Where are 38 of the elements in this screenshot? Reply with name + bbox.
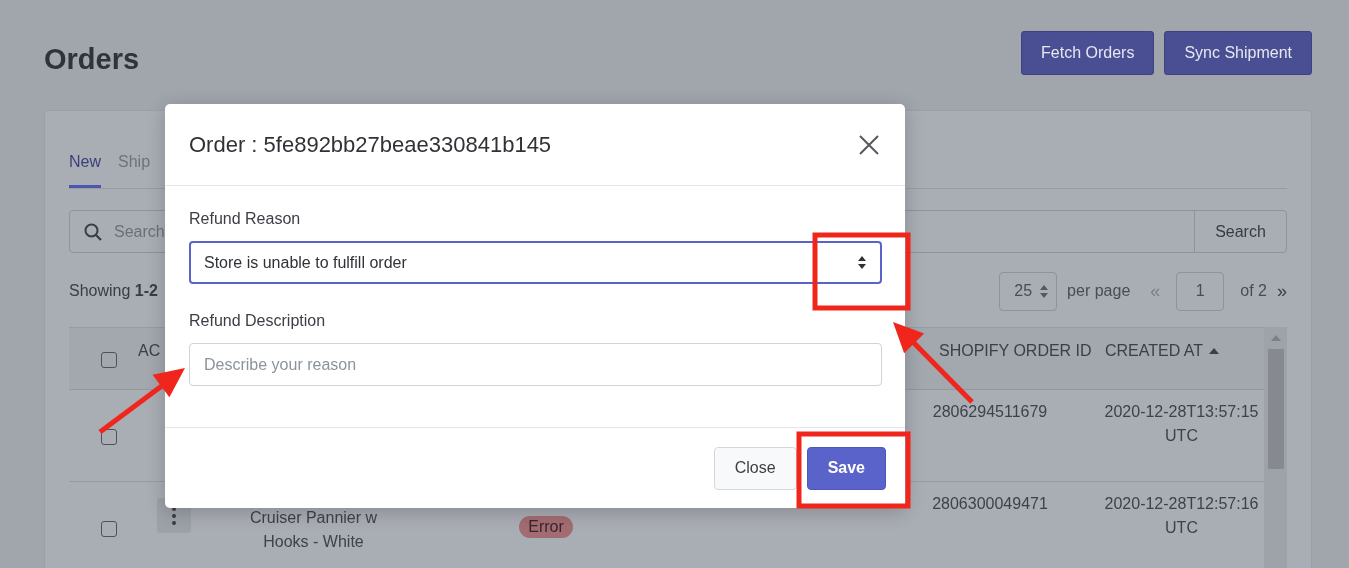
page-input[interactable]: 1 [1176,271,1225,311]
kebab-icon [172,506,176,525]
select-arrows-icon [1040,284,1049,298]
action-button[interactable]: Sync Shipment [1164,31,1312,75]
results-summary: Showing 1-2 [69,282,158,300]
action-button[interactable]: Fetch Orders [1021,31,1155,75]
table-cell-text: 2806300049471 [932,494,1048,514]
per-page-select[interactable]: 25 [999,271,1058,311]
status-badge: Error [519,516,573,538]
description-input[interactable]: Describe your reason [189,343,882,386]
page-count: of 2 [1240,282,1267,300]
field-label: Refund Description [189,312,327,330]
close-icon[interactable] [857,132,881,157]
scrollbar[interactable] [1264,327,1287,568]
last-page-link[interactable]: » [1277,280,1287,302]
field-label: Refund Reason [189,210,302,228]
reason-select[interactable]: Store is unable to fulfill order [189,241,882,284]
column-header[interactable]: AC [138,342,161,360]
tab[interactable]: New [69,153,101,188]
row-checkbox[interactable] [100,521,117,537]
select-arrows-icon [858,256,866,269]
sort-up-icon [1209,348,1220,354]
dialog-button[interactable]: Save [806,446,886,490]
dialog-button[interactable]: Close [713,446,797,490]
column-header[interactable]: SHOPIFY ORDER ID [939,342,1092,360]
row-checkbox[interactable] [100,429,117,445]
per-page-label: per page [1067,282,1131,300]
search-placeholder: Search [114,222,165,241]
table-cell-text: 2020-12-28T12:57:16 UTC [1103,494,1260,538]
column-header[interactable]: CREATED AT [1105,342,1204,360]
select-all-checkbox[interactable] [100,352,117,368]
table-cell-text: 2020-12-28T13:57:15 UTC [1103,402,1260,446]
search-icon [84,222,102,241]
page-title: Orders [44,42,140,76]
table-cell-text: 2806294511679 [932,402,1048,422]
search-button[interactable]: Search [1194,211,1286,252]
dialog-title: Order : 5fe892bb27beae330841b145 [189,131,552,158]
product-name: Cruiser Pannier w Hooks - White [248,508,379,552]
